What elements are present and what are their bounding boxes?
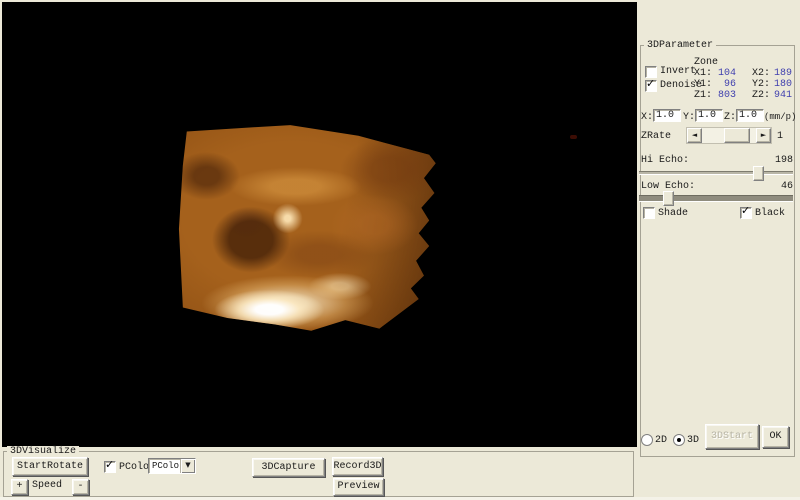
zone-y2-value: 180	[768, 79, 792, 90]
radio-dot-icon	[677, 438, 681, 442]
ok-button[interactable]: OK	[762, 426, 789, 448]
mode-2d-label: 2D	[655, 435, 667, 446]
zone-y1-value: 96	[706, 79, 736, 90]
zrate-left-arrow-button[interactable]: ◄	[687, 128, 702, 143]
zrate-label: ZRate	[641, 131, 671, 142]
arrow-right-icon: ►	[757, 129, 770, 142]
pcolor-checkbox[interactable]: ✓	[104, 461, 116, 473]
zone-z2-value: 941	[768, 90, 792, 101]
scale-x-label: X:	[641, 112, 653, 123]
pcolor-dropdown-arrow-button[interactable]: ▼	[180, 459, 195, 473]
hi-echo-label: Hi Echo:	[641, 155, 689, 166]
zrate-right-arrow-button[interactable]: ►	[756, 128, 771, 143]
check-icon: ✓	[646, 78, 655, 89]
zone-x1-value: 104	[706, 68, 736, 79]
scale-unit-label: (mm/p)	[764, 112, 796, 123]
start3d-button[interactable]: 3DStart	[705, 424, 759, 449]
parameter-group-title: 3DParameter	[644, 40, 716, 51]
visualize-group-title: 3DVisualize	[7, 446, 79, 457]
speed-minus-label: -	[73, 480, 88, 494]
check-icon: ✓	[741, 205, 750, 216]
hi-echo-value: 198	[763, 155, 793, 166]
zone-z1-value: 803	[706, 90, 736, 101]
preview-button[interactable]: Preview	[333, 478, 384, 496]
app-window: 3DParameter Invert ✓ Denoise Zone X1: 10…	[0, 0, 800, 500]
invert-label: Invert	[660, 66, 696, 77]
denoise-checkbox[interactable]: ✓	[645, 80, 657, 92]
capture3d-button-label: 3DCapture	[253, 459, 324, 476]
low-echo-slider-thumb[interactable]	[663, 191, 674, 206]
mode-3d-label: 3D	[687, 435, 699, 446]
mode-2d-radio[interactable]	[641, 434, 653, 446]
record3d-button-label: Record3D	[333, 458, 382, 475]
shade-label: Shade	[658, 208, 688, 219]
hi-echo-slider-track[interactable]	[639, 171, 793, 175]
speed-label: Speed	[32, 480, 62, 491]
black-label: Black	[755, 208, 785, 219]
preview-button-label: Preview	[334, 479, 383, 495]
start-rotate-button[interactable]: StartRotate	[12, 457, 88, 476]
capture3d-button[interactable]: 3DCapture	[252, 458, 325, 477]
ok-button-label: OK	[763, 427, 788, 447]
hi-echo-slider-thumb[interactable]	[753, 166, 764, 181]
start3d-button-label: 3DStart	[706, 425, 758, 448]
scale-z-input[interactable]	[736, 109, 764, 122]
render-artifact	[570, 135, 577, 139]
speed-plus-label: +	[12, 480, 27, 494]
start-rotate-button-label: StartRotate	[13, 458, 87, 475]
scale-y-label: Y:	[683, 112, 695, 123]
record3d-button[interactable]: Record3D	[332, 457, 383, 476]
zone-x2-value: 189	[768, 68, 792, 79]
scale-x-input[interactable]	[653, 109, 681, 122]
ultrasound-volume-render[interactable]	[175, 123, 437, 335]
zrate-scrollbar-thumb[interactable]	[724, 128, 750, 143]
parameter-groupbox	[640, 45, 795, 457]
scale-z-label: Z:	[724, 112, 736, 123]
shade-checkbox[interactable]	[643, 207, 655, 219]
mode-3d-radio[interactable]	[673, 434, 685, 446]
speed-minus-button[interactable]: -	[72, 479, 89, 495]
scale-y-input[interactable]	[695, 109, 723, 122]
check-icon: ✓	[105, 459, 114, 470]
render-viewport[interactable]	[2, 2, 637, 447]
black-checkbox[interactable]: ✓	[740, 207, 752, 219]
pcolor-dropdown[interactable]: PColor ▼	[148, 458, 196, 474]
zrate-value: 1	[777, 131, 783, 142]
speed-plus-button[interactable]: +	[11, 479, 28, 495]
chevron-down-icon: ▼	[181, 459, 195, 472]
low-echo-value: 46	[763, 181, 793, 192]
arrow-left-icon: ◄	[688, 129, 701, 142]
zrate-scrollbar[interactable]: ◄ ►	[686, 127, 772, 144]
zone-label: Zone	[694, 57, 718, 68]
